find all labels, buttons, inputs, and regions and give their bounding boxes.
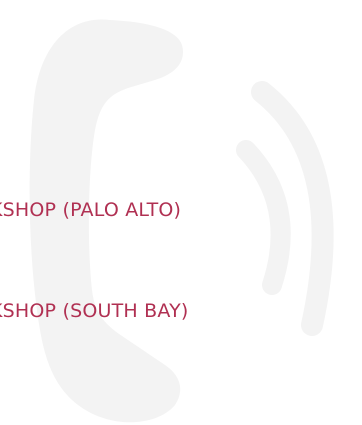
location-link-south-bay[interactable]: KSHOP (SOUTH BAY): [0, 300, 189, 322]
location-link-palo-alto[interactable]: KSHOP (PALO ALTO): [0, 199, 181, 221]
sound-wave-inner-shape: [236, 140, 291, 295]
page: KSHOP (PALO ALTO) KSHOP (SOUTH BAY): [0, 0, 362, 425]
